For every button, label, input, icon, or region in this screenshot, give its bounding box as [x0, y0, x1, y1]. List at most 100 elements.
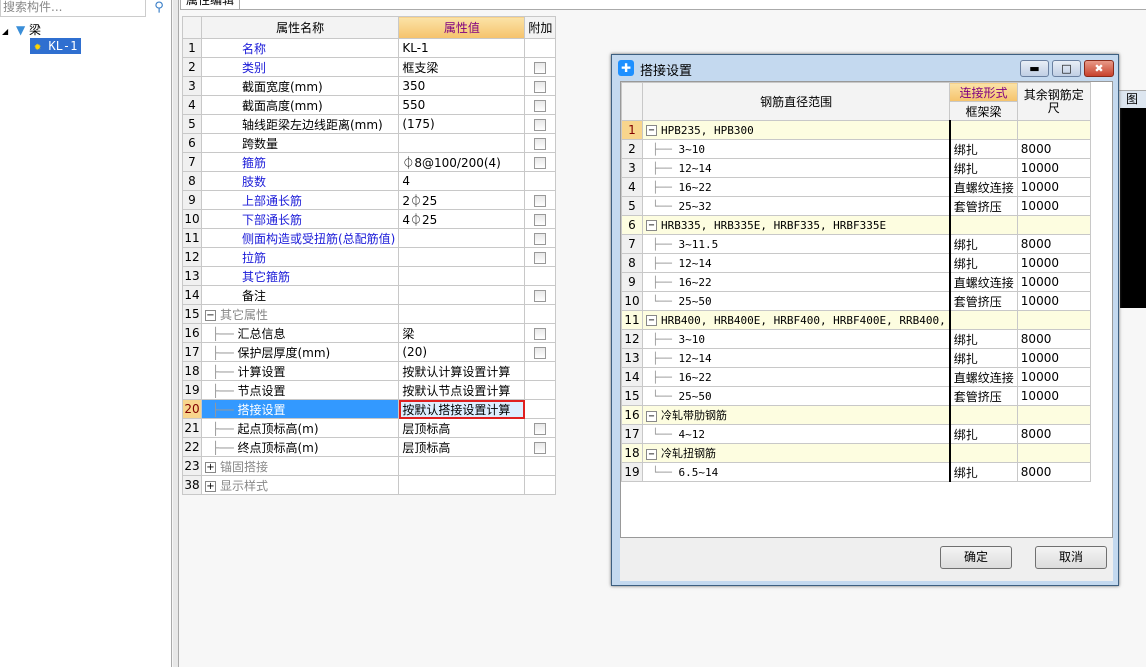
diameter-row[interactable]: 12 ├── 3~10 绑扎 8000: [621, 329, 1091, 349]
diameter-range[interactable]: − HRB400, HRB400E, HRBF400, HRBF400E, RRB…: [641, 310, 951, 330]
stock-length[interactable]: 10000: [1016, 272, 1091, 292]
search-icon[interactable]: ⚲: [148, 0, 170, 17]
diameter-row[interactable]: 2 ├── 3~10 绑扎 8000: [621, 139, 1091, 159]
collapse-arrow-icon[interactable]: ◢: [2, 27, 8, 36]
stock-length[interactable]: 8000: [1016, 329, 1091, 349]
diameter-range[interactable]: ├── 16~22: [641, 367, 951, 387]
connection-type[interactable]: 绑扎: [948, 139, 1018, 159]
property-name[interactable]: 备注: [200, 285, 400, 305]
property-value[interactable]: 层顶标高: [398, 418, 526, 438]
tree-node-beam[interactable]: ◢ ▼ 梁: [2, 22, 41, 38]
collapse-icon[interactable]: −: [646, 410, 657, 422]
stock-length[interactable]: 10000: [1016, 253, 1091, 273]
property-row[interactable]: 11 侧面构造或受扭筋(总配筋值): [182, 228, 557, 248]
stock-length[interactable]: 10000: [1016, 196, 1091, 216]
connection-type[interactable]: 绑扎: [948, 234, 1018, 254]
stock-length[interactable]: 8000: [1016, 462, 1091, 482]
property-name[interactable]: ├── 搭接设置: [200, 399, 400, 419]
property-name[interactable]: 截面高度(mm): [200, 95, 400, 115]
extra-checkbox[interactable]: [534, 232, 547, 245]
property-value[interactable]: (175): [398, 114, 526, 134]
diameter-row[interactable]: 5 └── 25~32 套管挤压 10000: [621, 196, 1091, 216]
property-value[interactable]: [398, 475, 526, 495]
property-name[interactable]: 拉筋: [200, 247, 400, 267]
connection-type[interactable]: [948, 215, 1018, 235]
ok-button[interactable]: 确定: [940, 546, 1012, 569]
property-name[interactable]: ├── 保护层厚度(mm): [200, 342, 400, 362]
property-row[interactable]: 13 其它箍筋: [182, 266, 557, 286]
extra-checkbox[interactable]: [534, 251, 547, 264]
property-value[interactable]: 350: [398, 76, 526, 96]
tab-property-edit[interactable]: 属性编辑: [180, 0, 241, 10]
property-value[interactable]: [398, 247, 526, 267]
connection-type[interactable]: [948, 405, 1018, 425]
diameter-row[interactable]: 17 └── 4~12 绑扎 8000: [621, 424, 1091, 444]
diameter-range[interactable]: ├── 3~10: [641, 329, 951, 349]
property-value[interactable]: KL-1: [398, 38, 526, 58]
stock-length[interactable]: 10000: [1016, 158, 1091, 178]
diameter-range[interactable]: ├── 3~10: [641, 139, 951, 159]
property-name[interactable]: 下部通长筋: [200, 209, 400, 229]
property-name[interactable]: 跨数量: [200, 133, 400, 153]
property-name[interactable]: 类别: [200, 57, 400, 77]
diameter-range[interactable]: − HPB235, HPB300: [641, 120, 951, 140]
property-row[interactable]: 6 跨数量: [182, 133, 557, 153]
stock-length[interactable]: 8000: [1016, 139, 1091, 159]
extra-checkbox[interactable]: [534, 346, 547, 359]
property-name[interactable]: 轴线距梁左边线距离(mm): [200, 114, 400, 134]
property-row[interactable]: 5 轴线距梁左边线距离(mm) (175): [182, 114, 557, 134]
property-name[interactable]: 上部通长筋: [200, 190, 400, 210]
property-value[interactable]: ⏀8@100/200(4): [398, 152, 526, 172]
stock-length[interactable]: 10000: [1016, 386, 1091, 406]
collapse-icon[interactable]: −: [646, 448, 657, 460]
diameter-row[interactable]: 13 ├── 12~14 绑扎 10000: [621, 348, 1091, 368]
property-row[interactable]: 9 上部通长筋 2⏀25: [182, 190, 557, 210]
property-value[interactable]: 梁: [398, 323, 526, 343]
property-value[interactable]: 4⏀25: [398, 209, 526, 229]
property-name[interactable]: 侧面构造或受扭筋(总配筋值): [200, 228, 400, 248]
property-name[interactable]: 截面宽度(mm): [200, 76, 400, 96]
property-value[interactable]: 按默认节点设置计算: [398, 380, 526, 400]
connection-type[interactable]: 绑扎: [948, 424, 1018, 444]
splitter[interactable]: [173, 0, 179, 667]
grade-group-row[interactable]: 11− HRB400, HRB400E, HRBF400, HRBF400E, R…: [621, 310, 1091, 330]
property-row[interactable]: 23 + 锚固搭接: [182, 456, 557, 476]
close-button[interactable]: ✖: [1084, 60, 1114, 77]
diameter-range[interactable]: └── 25~50: [641, 291, 951, 311]
diameter-range[interactable]: └── 4~12: [641, 424, 951, 444]
diameter-row[interactable]: 3 ├── 12~14 绑扎 10000: [621, 158, 1091, 178]
stock-length[interactable]: [1016, 310, 1091, 330]
diameter-row[interactable]: 8 ├── 12~14 绑扎 10000: [621, 253, 1091, 273]
search-input[interactable]: 搜索构件...: [0, 0, 146, 17]
maximize-button[interactable]: □: [1052, 60, 1081, 77]
connection-type[interactable]: 套管挤压: [948, 196, 1018, 216]
property-row[interactable]: 3 截面宽度(mm) 350: [182, 76, 557, 96]
property-row[interactable]: 19 ├── 节点设置 按默认节点设置计算: [182, 380, 557, 400]
property-value[interactable]: 2⏀25: [398, 190, 526, 210]
stock-length[interactable]: [1016, 405, 1091, 425]
property-value[interactable]: [398, 266, 526, 286]
stock-length[interactable]: 10000: [1016, 291, 1091, 311]
property-name[interactable]: + 锚固搭接: [200, 456, 400, 476]
property-row[interactable]: 2 类别 框支梁: [182, 57, 557, 77]
diameter-row[interactable]: 19 └── 6.5~14 绑扎 8000: [621, 462, 1091, 482]
diameter-range[interactable]: ├── 12~14: [641, 253, 951, 273]
diameter-row[interactable]: 15 └── 25~50 套管挤压 10000: [621, 386, 1091, 406]
diameter-range[interactable]: − 冷轧带肋钢筋: [641, 405, 951, 425]
collapse-icon[interactable]: −: [646, 220, 657, 231]
property-row[interactable]: 17 ├── 保护层厚度(mm) (20): [182, 342, 557, 362]
connection-type[interactable]: 绑扎: [948, 329, 1018, 349]
connection-type[interactable]: [948, 120, 1018, 140]
cancel-button[interactable]: 取消: [1035, 546, 1107, 569]
diameter-range[interactable]: ├── 12~14: [641, 348, 951, 368]
extra-checkbox[interactable]: [534, 61, 547, 74]
property-name[interactable]: ├── 终点顶标高(m): [200, 437, 400, 457]
stock-length[interactable]: [1016, 443, 1091, 463]
extra-checkbox[interactable]: [534, 118, 547, 131]
connection-type[interactable]: 直螺纹连接: [948, 367, 1018, 387]
extra-checkbox[interactable]: [534, 80, 547, 93]
property-value[interactable]: 550: [398, 95, 526, 115]
diameter-row[interactable]: 10 └── 25~50 套管挤压 10000: [621, 291, 1091, 311]
diameter-range[interactable]: − 冷轧扭钢筋: [641, 443, 951, 463]
property-value[interactable]: [398, 304, 526, 324]
